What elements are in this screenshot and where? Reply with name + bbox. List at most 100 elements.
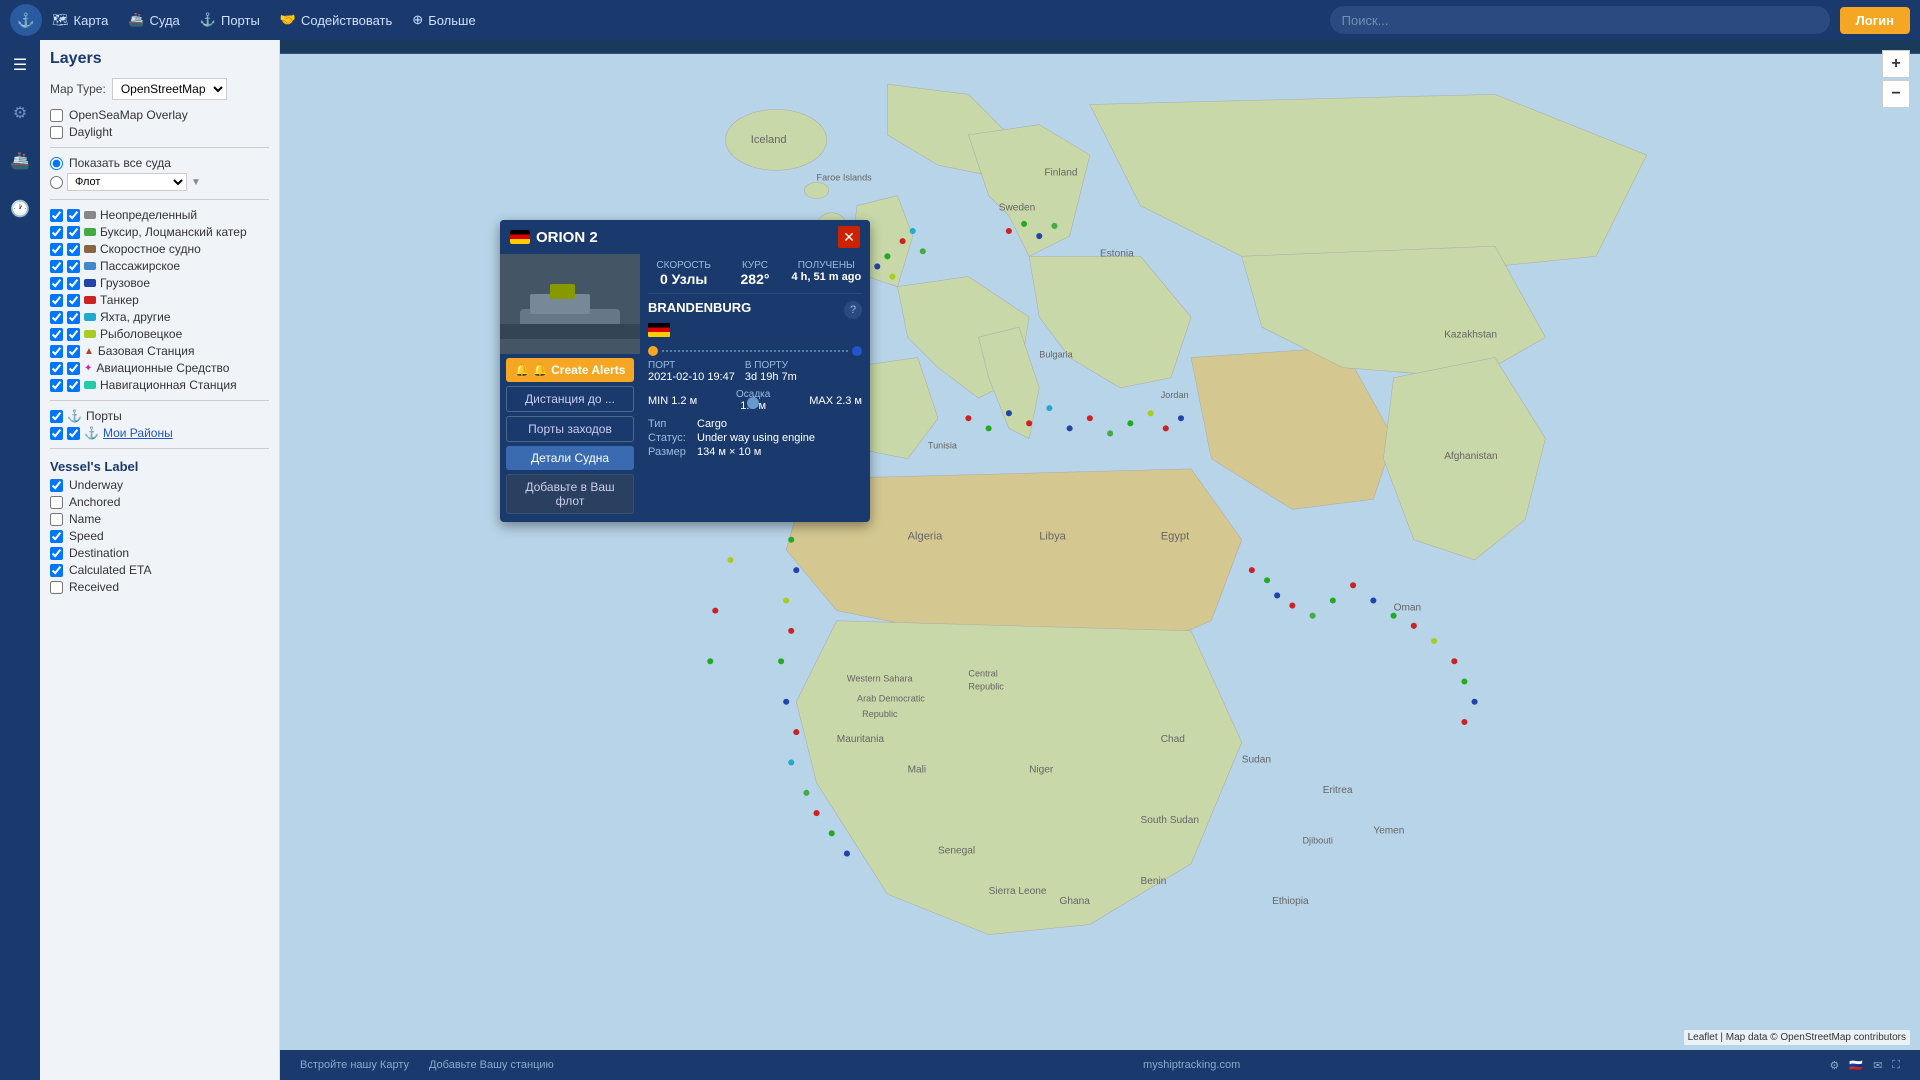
nav-cooperate[interactable]: 🤝 Содействовать bbox=[280, 12, 392, 28]
vessel-details-button[interactable]: Детали Судна bbox=[506, 446, 634, 470]
vt-tug-color bbox=[84, 228, 96, 236]
vt-fish-cb2[interactable] bbox=[67, 328, 80, 341]
svg-text:Faroe Islands: Faroe Islands bbox=[817, 172, 873, 182]
vessel-label-section-title: Vessel's Label bbox=[50, 459, 269, 474]
svg-text:Djibouti: Djibouti bbox=[1302, 835, 1332, 845]
vt-undefined-cb2[interactable] bbox=[67, 209, 80, 222]
vt-yacht-cb2[interactable] bbox=[67, 311, 80, 324]
svg-text:Republic: Republic bbox=[968, 682, 1004, 692]
port-calls-button[interactable]: Порты заходов bbox=[506, 416, 634, 442]
popup-ship-name: ORION 2 bbox=[536, 229, 598, 246]
zoom-out-button[interactable]: − bbox=[1882, 80, 1910, 108]
fullscreen-icon[interactable]: ⛶ bbox=[1892, 1059, 1900, 1072]
zoom-in-button[interactable]: + bbox=[1882, 50, 1910, 78]
flag-icon[interactable]: 🇷🇺 bbox=[1849, 1059, 1863, 1072]
icon-sidebar: ☰ ⚙ 🚢 🕐 bbox=[0, 40, 40, 1080]
label-speed-cb[interactable] bbox=[50, 530, 63, 543]
label-received-cb[interactable] bbox=[50, 581, 63, 594]
label-eta-cb[interactable] bbox=[50, 564, 63, 577]
vt-pass-cb[interactable] bbox=[50, 260, 63, 273]
label-anchored-cb[interactable] bbox=[50, 496, 63, 509]
fleet-radio[interactable] bbox=[50, 176, 63, 189]
nav-vessels[interactable]: 🚢 Суда bbox=[128, 12, 179, 28]
popup-course-stat: Курс 282° bbox=[719, 260, 790, 287]
map-type-select[interactable]: OpenStreetMap bbox=[112, 78, 227, 100]
flag-row bbox=[648, 323, 862, 342]
vt-tanker-cb[interactable] bbox=[50, 294, 63, 307]
distance-button[interactable]: Дистанция до ... bbox=[506, 386, 634, 412]
popup-close-button[interactable]: ✕ bbox=[838, 226, 860, 248]
embed-map-link[interactable]: Встройте нашу Карту bbox=[300, 1059, 409, 1071]
vt-base-cb[interactable] bbox=[50, 345, 63, 358]
search-input[interactable] bbox=[1330, 6, 1830, 34]
vt-yacht-cb[interactable] bbox=[50, 311, 63, 324]
svg-text:Finland: Finland bbox=[1044, 167, 1077, 178]
label-destination-cb[interactable] bbox=[50, 547, 63, 560]
opensea-overlay-checkbox[interactable] bbox=[50, 109, 63, 122]
myareas-cb1[interactable] bbox=[50, 427, 63, 440]
vt-avia-icon: ✦ bbox=[84, 363, 92, 374]
label-name-cb[interactable] bbox=[50, 513, 63, 526]
vt-base-cb2[interactable] bbox=[67, 345, 80, 358]
create-alerts-button[interactable]: 🔔 🔔 Create Alerts bbox=[506, 358, 634, 382]
vt-tanker-cb2[interactable] bbox=[67, 294, 80, 307]
fleet-select[interactable]: Флот bbox=[67, 173, 187, 191]
sidebar-layers-icon[interactable]: ☰ bbox=[5, 50, 35, 80]
svg-text:Senegal: Senegal bbox=[938, 846, 975, 857]
settings-icon[interactable]: ⚙ bbox=[1830, 1059, 1840, 1072]
app-logo[interactable]: ⚓ bbox=[10, 4, 42, 36]
label-anchored-row: Anchored bbox=[50, 495, 269, 509]
nav-more[interactable]: ⊕ Больше bbox=[412, 12, 475, 28]
add-to-fleet-button[interactable]: Добавьте в Ваш флот bbox=[506, 474, 634, 514]
add-station-link[interactable]: Добавьте Вашу станцию bbox=[429, 1059, 554, 1071]
email-icon[interactable]: ✉ bbox=[1873, 1059, 1882, 1072]
svg-text:Niger: Niger bbox=[1029, 765, 1054, 776]
svg-text:Jordan: Jordan bbox=[1161, 390, 1189, 400]
nav-ports[interactable]: ⚓ Порты bbox=[200, 12, 260, 28]
vt-fast-color bbox=[84, 245, 96, 253]
sidebar-filter-icon[interactable]: ⚙ bbox=[5, 98, 35, 128]
svg-text:Libya: Libya bbox=[1039, 531, 1066, 543]
nav-map[interactable]: 🗺 Карта bbox=[52, 12, 108, 28]
popup-draught: MIN 1.2 м Осадка 1.3 м MAX 2.3 м bbox=[648, 389, 862, 412]
daylight-checkbox[interactable] bbox=[50, 126, 63, 139]
vt-cargo-cb[interactable] bbox=[50, 277, 63, 290]
vt-avia-cb[interactable] bbox=[50, 362, 63, 375]
my-areas-row: ⚓ Мои Районы bbox=[50, 426, 269, 440]
ports-cb[interactable] bbox=[50, 410, 63, 423]
vt-cargo-cb2[interactable] bbox=[67, 277, 80, 290]
vt-cargo-color bbox=[84, 279, 96, 287]
vt-fast-cb2[interactable] bbox=[67, 243, 80, 256]
help-icon[interactable]: ? bbox=[844, 301, 862, 319]
vt-nav-cb[interactable] bbox=[50, 379, 63, 392]
daylight-label: Daylight bbox=[69, 125, 112, 139]
vt-avia-cb2[interactable] bbox=[67, 362, 80, 375]
map-type-row: Map Type: OpenStreetMap bbox=[50, 78, 269, 100]
popup-received-stat: Получены 4 h, 51 m ago bbox=[791, 260, 862, 287]
label-underway-cb[interactable] bbox=[50, 479, 63, 492]
sidebar-ship-icon[interactable]: 🚢 bbox=[5, 146, 35, 176]
svg-text:Chad: Chad bbox=[1161, 734, 1185, 745]
svg-text:Yemen: Yemen bbox=[1373, 825, 1404, 836]
vt-nav-cb2[interactable] bbox=[67, 379, 80, 392]
vt-fish-cb[interactable] bbox=[50, 328, 63, 341]
show-all-radio[interactable] bbox=[50, 157, 63, 170]
draught-center: Осадка 1.3 м bbox=[703, 389, 803, 412]
svg-text:Kazakhstan: Kazakhstan bbox=[1444, 329, 1497, 340]
map-area[interactable]: Iceland Faroe Islands Sweden Finland Est… bbox=[280, 40, 1920, 1080]
footer: Встройте нашу Карту Добавьте Вашу станци… bbox=[280, 1050, 1920, 1080]
svg-text:Western Sahara: Western Sahara bbox=[847, 673, 914, 683]
myareas-cb2[interactable] bbox=[67, 427, 80, 440]
vt-undefined-cb[interactable] bbox=[50, 209, 63, 222]
vt-tug-cb2[interactable] bbox=[67, 226, 80, 239]
vt-tug-cb[interactable] bbox=[50, 226, 63, 239]
vt-pass-cb2[interactable] bbox=[67, 260, 80, 273]
popup-port-info: Порт 2021-02-10 19:47 В ПОРТУ 3d 19h 7m bbox=[648, 360, 862, 383]
login-button[interactable]: Логин bbox=[1840, 7, 1910, 34]
map-type-label: Map Type: bbox=[50, 82, 106, 96]
ship-popup: ORION 2 ✕ bbox=[500, 220, 870, 522]
sidebar-history-icon[interactable]: 🕐 bbox=[5, 194, 35, 224]
vt-fast-cb[interactable] bbox=[50, 243, 63, 256]
vessel-type-fishing: Рыболовецкое bbox=[50, 327, 269, 341]
show-all-label: Показать все суда bbox=[69, 156, 171, 170]
